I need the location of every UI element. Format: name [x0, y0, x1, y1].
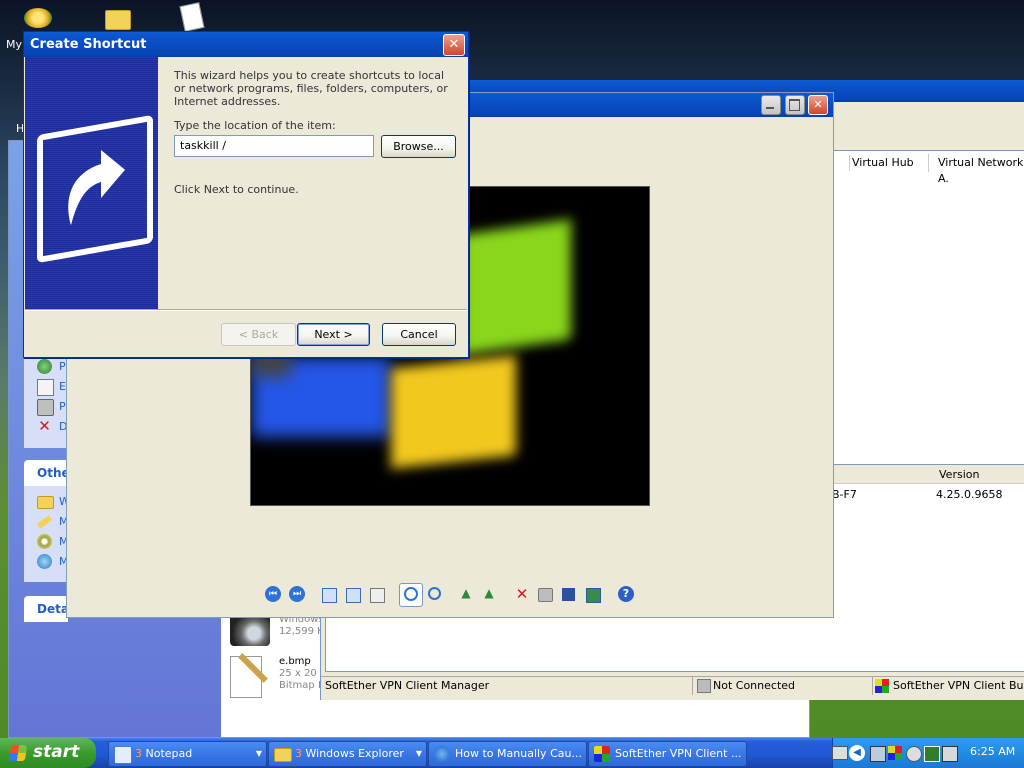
taskbar-item-notepad[interactable]: 3 Notepad ▼: [108, 741, 267, 767]
rotate-ccw-icon[interactable]: ▲: [481, 586, 497, 602]
vpn-status-app: SoftEther VPN Client Manager: [325, 679, 490, 692]
vpn-icon: [594, 746, 610, 762]
best-fit-icon[interactable]: [322, 588, 337, 603]
clock[interactable]: 6:25 AM: [970, 745, 1015, 758]
start-label: start: [33, 742, 80, 762]
dialog-close-button[interactable]: ✕: [443, 34, 465, 56]
start-button[interactable]: start: [0, 738, 96, 768]
wizard-intro-text: This wizard helps you to create shortcut…: [174, 69, 448, 108]
tray-vpn-icon[interactable]: [888, 746, 902, 760]
continue-text: Click Next to continue.: [174, 183, 299, 196]
taskbar-item-explorer[interactable]: 3 Windows Explorer ▼: [268, 741, 427, 767]
tray-update-icon[interactable]: [906, 746, 922, 762]
paint-icon: [230, 653, 268, 698]
tray-expand-button[interactable]: ◀: [849, 745, 865, 761]
windows-flag-icon: [8, 745, 28, 761]
shortcut-arrow-icon: [37, 114, 153, 264]
viewer-close-button[interactable]: ✕: [808, 95, 828, 115]
save-icon[interactable]: [562, 588, 575, 601]
close-icon: ✕: [448, 37, 460, 52]
my-documents-icon: [24, 8, 52, 28]
delete-icon: ✕: [38, 417, 51, 435]
taskbar-item-browser[interactable]: How to Manually Cau...: [428, 741, 587, 767]
viewer-maximize-button[interactable]: [785, 95, 805, 115]
details-header[interactable]: Detai: [24, 596, 73, 622]
printer-icon: [37, 399, 54, 416]
paint-icon: [179, 2, 205, 32]
vpn-column-virtual-network[interactable]: Virtual Network A.: [938, 155, 1024, 185]
rotate-cw-icon[interactable]: ▲: [458, 586, 474, 602]
other-places-header[interactable]: Other: [24, 460, 76, 486]
folder-icon: [37, 496, 54, 509]
network-icon: [37, 554, 52, 569]
wizard-banner: [25, 57, 158, 309]
taskbar-item-vpn[interactable]: SoftEther VPN Client ...: [588, 741, 747, 767]
media-icon: [230, 614, 270, 646]
location-input[interactable]: taskkill /: [174, 135, 374, 157]
vpn-status-conn: Not Connected: [692, 677, 871, 695]
dialog-title: Create Shortcut: [30, 37, 147, 52]
edit-icon[interactable]: [586, 588, 601, 603]
close-icon: ✕: [813, 98, 823, 111]
tray-keyboard-icon[interactable]: [832, 746, 848, 760]
vpn-lower-header: [832, 465, 1024, 484]
desktop-icon-paint[interactable]: [178, 2, 210, 34]
zoom-out-icon[interactable]: [426, 586, 442, 602]
next-button[interactable]: Next >: [297, 323, 370, 346]
back-button[interactable]: < Back: [221, 323, 296, 346]
dialog-title-bar: Create Shortcut: [24, 32, 468, 57]
desktop-icon-label: My: [6, 38, 23, 51]
vpn-row-version: 4.25.0.9658: [936, 488, 1003, 501]
zoom-in-icon[interactable]: [399, 583, 423, 607]
ie-icon: [434, 746, 450, 762]
print-icon[interactable]: [538, 588, 553, 602]
slideshow-icon[interactable]: [370, 588, 385, 603]
notepad-icon: [114, 746, 132, 764]
location-label: Type the location of the item:: [174, 119, 336, 132]
viewer-minimize-button[interactable]: [761, 95, 781, 115]
actual-size-icon[interactable]: [346, 588, 361, 603]
vpn-column-version[interactable]: Version: [939, 468, 979, 481]
vpn-icon: [875, 679, 889, 693]
dialog-separator: [25, 309, 467, 311]
vpn-column-virtual-hub[interactable]: Virtual Hub: [849, 155, 914, 171]
cancel-button[interactable]: Cancel: [382, 323, 456, 346]
vpn-header-divider: [928, 154, 929, 172]
chevron-down-icon: ▼: [415, 749, 422, 758]
chevron-left-icon: ◀: [853, 747, 861, 758]
folder-icon: [274, 748, 292, 762]
browse-button[interactable]: Browse...: [381, 135, 456, 158]
file-item-bmp[interactable]: e.bmp 25 x 20 Bitmap I: [228, 653, 322, 700]
vpn-status-build: SoftEther VPN Client Build 9: [872, 677, 1024, 695]
vpn-row-fragment: B-F7: [832, 488, 857, 501]
tray-security-icon[interactable]: [924, 746, 940, 762]
network-status-icon: [697, 679, 711, 693]
globe-icon: [37, 359, 52, 374]
delete-icon[interactable]: ✕: [514, 586, 530, 602]
cd-icon: [37, 534, 52, 549]
folder-icon: [105, 10, 131, 30]
email-icon: [37, 379, 54, 396]
chevron-down-icon: ▼: [255, 749, 262, 758]
next-icon[interactable]: ⏭: [289, 586, 305, 602]
help-icon[interactable]: ?: [618, 586, 634, 602]
tray-network-icon[interactable]: [870, 746, 886, 762]
tray-audio-icon[interactable]: [942, 746, 958, 762]
prev-icon[interactable]: ⏮: [265, 586, 281, 602]
